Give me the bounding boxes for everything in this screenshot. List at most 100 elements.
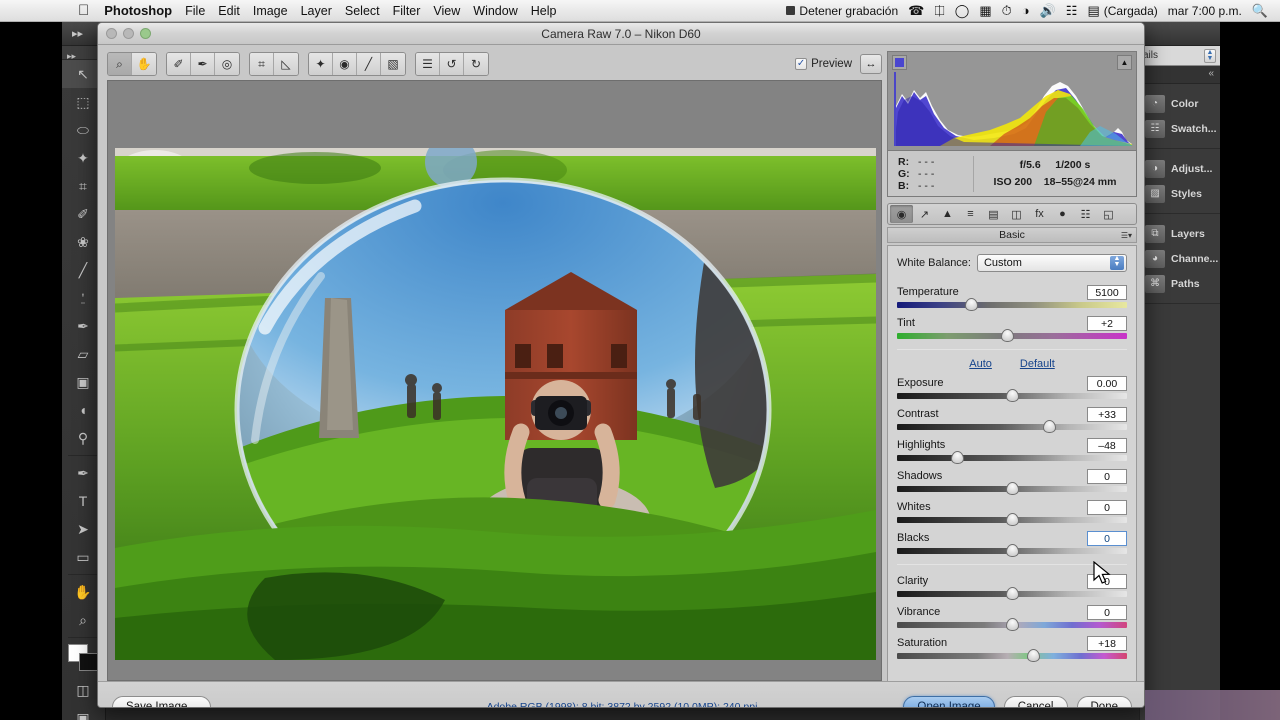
default-link[interactable]: Default	[1020, 358, 1055, 370]
timemachine-icon[interactable]: ⏱	[1002, 4, 1012, 17]
menubar-clock[interactable]: mar 7:00 p.m.	[1168, 4, 1242, 18]
slider-track-saturation[interactable]	[897, 649, 1127, 662]
slider-track-vibrance[interactable]	[897, 618, 1127, 631]
dock-detail-selector[interactable]: ails ▲ ▼	[1139, 46, 1220, 66]
tab-presets[interactable]: ☷	[1074, 205, 1097, 223]
tab-tone-curve[interactable]: ↗	[913, 205, 936, 223]
wifi-icon[interactable]: ◑	[1022, 4, 1030, 17]
menu-item-select[interactable]: Select	[345, 4, 380, 18]
collapse-panels-icon[interactable]: «	[1139, 66, 1220, 84]
presets-tool[interactable]: ☰	[416, 53, 440, 75]
slider-value-tint[interactable]: +2	[1087, 315, 1127, 331]
background-color-swatch[interactable]	[78, 653, 99, 671]
crop-tool[interactable]: ⌗	[250, 53, 274, 75]
slider-track-highlights[interactable]	[897, 451, 1127, 464]
color-sampler-tool[interactable]: ✒	[191, 53, 215, 75]
dock-item-color[interactable]: ◔ Color	[1139, 91, 1220, 116]
straighten-tool[interactable]: ◺	[274, 53, 298, 75]
close-window-button[interactable]	[106, 28, 117, 39]
slider-value-whites[interactable]: 0	[1087, 499, 1127, 515]
screen-recording-status[interactable]: Detener grabación	[786, 4, 898, 18]
slider-thumb-whites[interactable]	[1006, 513, 1019, 526]
fullscreen-toggle-icon[interactable]: ↔	[860, 54, 882, 74]
slider-track-whites[interactable]	[897, 513, 1127, 526]
targeted-adjustment-tool[interactable]: ◎	[215, 53, 239, 75]
slider-whites[interactable]: Whites 0	[897, 499, 1127, 526]
red-eye-removal-tool[interactable]: ◉	[333, 53, 357, 75]
dock-item-swatches[interactable]: ☷ Swatch...	[1139, 116, 1220, 141]
slider-value-vibrance[interactable]: 0	[1087, 604, 1127, 620]
slider-thumb-exposure[interactable]	[1006, 389, 1019, 402]
slider-thumb-clarity[interactable]	[1006, 587, 1019, 600]
graduated-filter-tool[interactable]: ▧	[381, 53, 405, 75]
tab-snapshots[interactable]: ◱	[1097, 205, 1120, 223]
panel-menu-icon[interactable]: ☰▾	[1121, 231, 1132, 240]
slider-thumb-blacks[interactable]	[1006, 544, 1019, 557]
shadow-clipping-warning-icon[interactable]	[892, 55, 907, 70]
tab-split-toning[interactable]: ▤	[982, 205, 1005, 223]
battery-status[interactable]: ▤ (Cargada)	[1087, 4, 1157, 18]
dock-stepper-icon[interactable]: ▲ ▼	[1204, 48, 1216, 63]
dock-item-styles[interactable]: ▨ Styles	[1139, 181, 1220, 206]
volume-icon[interactable]: 🔊	[1040, 4, 1056, 17]
slider-track-clarity[interactable]	[897, 587, 1127, 600]
keyboard-icon[interactable]: ☷	[1066, 4, 1078, 17]
image-canvas-area[interactable]	[107, 80, 882, 681]
menu-item-help[interactable]: Help	[531, 4, 557, 18]
slider-saturation[interactable]: Saturation +18	[897, 635, 1127, 662]
tab-effects[interactable]: fx	[1028, 205, 1051, 223]
tab-basic[interactable]: ◉	[890, 205, 913, 223]
adjustment-brush-tool[interactable]: ╱	[357, 53, 381, 75]
minimize-window-button[interactable]	[123, 28, 134, 39]
slider-track-shadows[interactable]	[897, 482, 1127, 495]
menu-item-image[interactable]: Image	[253, 4, 288, 18]
menu-app-name[interactable]: Photoshop	[104, 3, 172, 18]
foreground-background-swatches[interactable]	[67, 644, 100, 672]
slider-value-clarity[interactable]: 0	[1087, 573, 1127, 589]
slider-thumb-vibrance[interactable]	[1006, 618, 1019, 631]
open-image-button[interactable]: Open Image	[903, 695, 995, 707]
slider-value-highlights[interactable]: –48	[1087, 437, 1127, 453]
bluetooth-icon[interactable]: ⎅	[934, 4, 944, 17]
slider-thumb-saturation[interactable]	[1026, 649, 1040, 662]
tab-lens-corrections[interactable]: ◫	[1005, 205, 1028, 223]
slider-track-temperature[interactable]	[897, 298, 1127, 311]
spotlight-search-icon[interactable]: 🔍	[1252, 4, 1268, 17]
white-balance-tool[interactable]: ✐	[167, 53, 191, 75]
slider-track-contrast[interactable]	[897, 420, 1127, 433]
tab-hsl-grayscale[interactable]: ≡	[959, 205, 982, 223]
menu-item-window[interactable]: Window	[473, 4, 517, 18]
slider-temperature[interactable]: Temperature 5100	[897, 284, 1127, 311]
slider-track-exposure[interactable]	[897, 389, 1127, 402]
display-icon[interactable]: ▦	[979, 4, 991, 17]
slider-shadows[interactable]: Shadows 0	[897, 468, 1127, 495]
spot-removal-tool[interactable]: ✦	[309, 53, 333, 75]
slider-thumb-temperature[interactable]	[964, 298, 978, 311]
zoom-window-button[interactable]	[140, 28, 151, 39]
slider-track-blacks[interactable]	[897, 544, 1127, 557]
menu-item-file[interactable]: File	[185, 4, 205, 18]
tab-detail[interactable]: ▲	[936, 205, 959, 223]
slider-value-temperature[interactable]: 5100	[1087, 284, 1127, 300]
hand-tool[interactable]: ✋	[132, 53, 156, 75]
menu-item-view[interactable]: View	[433, 4, 460, 18]
zoom-tool[interactable]: ⌕	[108, 53, 132, 75]
menu-item-layer[interactable]: Layer	[301, 4, 332, 18]
apple-logo-icon[interactable]: 	[78, 3, 89, 18]
slider-exposure[interactable]: Exposure 0.00	[897, 375, 1127, 402]
facetime-icon[interactable]: ☎	[908, 4, 924, 17]
menu-item-edit[interactable]: Edit	[218, 4, 240, 18]
rotate-cw-tool[interactable]: ↻	[464, 53, 488, 75]
white-balance-select[interactable]: Custom ▲ ▼	[976, 254, 1127, 272]
dock-item-paths[interactable]: ⌘ Paths	[1139, 271, 1220, 296]
slider-thumb-highlights[interactable]	[950, 451, 964, 464]
dock-item-channels[interactable]: ◕ Channe...	[1139, 246, 1220, 271]
slider-tint[interactable]: Tint +2	[897, 315, 1127, 342]
rotate-ccw-tool[interactable]: ↺	[440, 53, 464, 75]
slider-value-saturation[interactable]: +18	[1087, 635, 1127, 651]
slider-thumb-contrast[interactable]	[1042, 420, 1056, 433]
highlight-clipping-warning-icon[interactable]: ▲	[1117, 55, 1132, 70]
slider-track-tint[interactable]	[897, 329, 1127, 342]
slider-value-contrast[interactable]: +33	[1087, 406, 1127, 422]
auto-link[interactable]: Auto	[969, 358, 992, 370]
